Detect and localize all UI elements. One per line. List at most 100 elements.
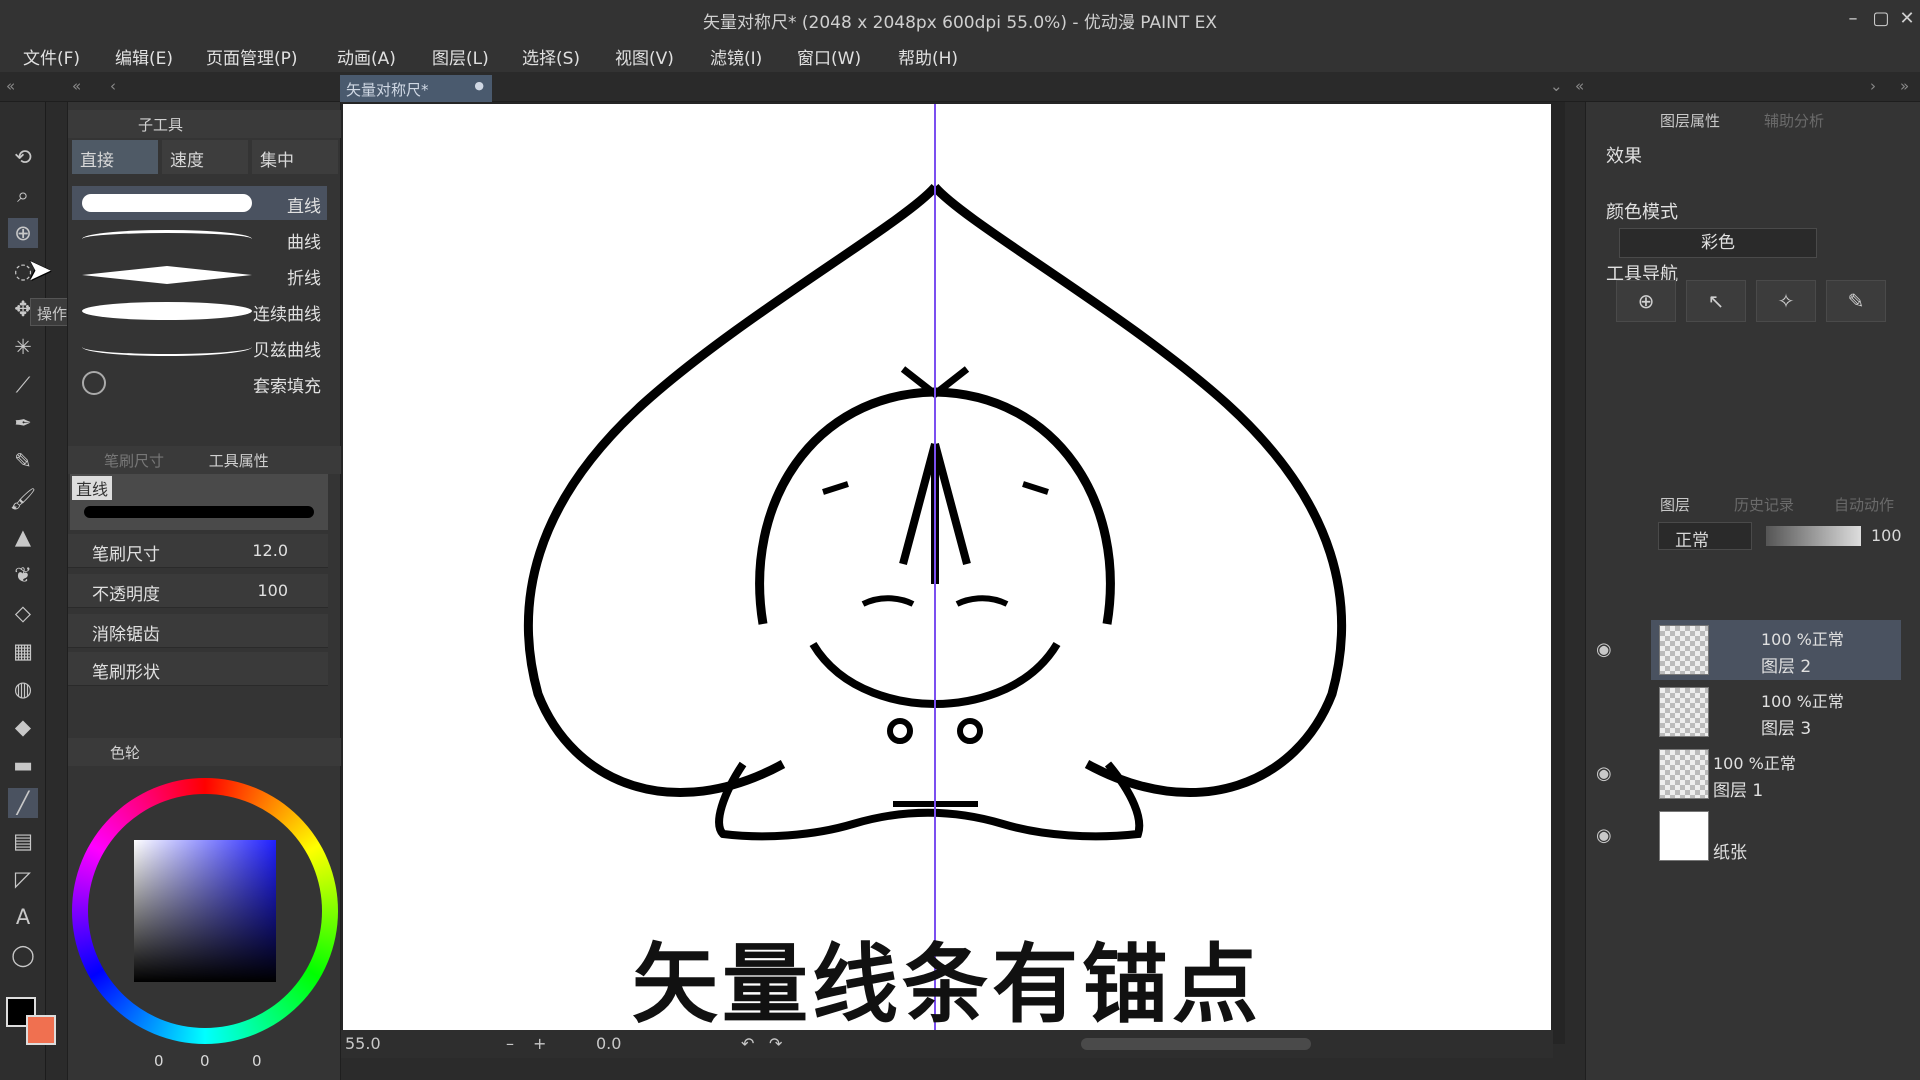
decoration-icon[interactable]: ❦: [8, 560, 38, 590]
color-wheel[interactable]: [72, 778, 338, 1044]
document-tab-label: 矢量对称尺*: [346, 81, 429, 99]
gradient-icon[interactable]: ▬: [8, 750, 38, 780]
move-layer-icon[interactable]: ⊕: [8, 218, 38, 248]
brush-line[interactable]: 直线: [72, 186, 327, 220]
brush-continuous-curve[interactable]: 连续曲线: [72, 294, 327, 328]
zoom-icon[interactable]: ⌕: [8, 180, 38, 210]
tab-history[interactable]: 历史记录: [1734, 494, 1794, 515]
eraser-icon[interactable]: ◇: [8, 598, 38, 628]
menu-animation[interactable]: 动画(A): [337, 44, 396, 69]
layer-blend-mode: 100 %正常: [1761, 692, 1844, 711]
close-icon[interactable]: ✕: [1894, 6, 1920, 32]
brush-lasso-fill[interactable]: 套索填充: [72, 366, 327, 400]
grid-icon[interactable]: ▦: [8, 636, 38, 666]
maximize-icon[interactable]: ▢: [1868, 6, 1894, 32]
eye-icon[interactable]: ◉: [1596, 639, 1612, 660]
nav-control-point-button[interactable]: ✧: [1756, 280, 1816, 322]
brush-size-row[interactable]: 笔刷尺寸 12.0: [68, 534, 328, 568]
status-bar: 55.0 – + 0.0 ↶ ↷: [341, 1030, 1553, 1058]
layer-row-3[interactable]: 100 %正常 图层 3: [1651, 682, 1901, 742]
saturation-square[interactable]: [134, 840, 276, 982]
tab-layer-property[interactable]: 图层属性: [1660, 110, 1720, 131]
prop-tab-tool-property[interactable]: 工具属性: [209, 452, 269, 470]
tab-layers[interactable]: 图层: [1660, 494, 1690, 515]
subtab-speed-label: 速度: [170, 151, 204, 171]
pen-icon[interactable]: ✒: [8, 408, 38, 438]
menu-file[interactable]: 文件(F): [23, 44, 80, 69]
layer-row-1[interactable]: 100 %正常 图层 1: [1651, 744, 1901, 804]
rotate-view-icon[interactable]: ⟲: [8, 142, 38, 172]
antialias-row[interactable]: 消除锯齿: [68, 614, 328, 648]
brush-shape-row[interactable]: 笔刷形状: [68, 652, 328, 686]
layer-thumbnail: [1659, 687, 1709, 737]
rotation-value[interactable]: 0.0: [596, 1034, 621, 1053]
blend-mode-select[interactable]: 正常: [1658, 522, 1752, 551]
chevron-down-icon[interactable]: ⌄: [1550, 77, 1563, 95]
layer-row-paper[interactable]: 纸张: [1651, 806, 1901, 866]
eyedropper-icon[interactable]: ⟋: [8, 370, 38, 400]
menu-layer[interactable]: 图层(L): [432, 44, 489, 69]
nav-operation-button[interactable]: ⊕: [1616, 280, 1676, 322]
collapse-left-icon[interactable]: «: [6, 77, 15, 95]
subtab-speed[interactable]: 速度: [162, 140, 248, 174]
horizontal-scrollbar[interactable]: [1081, 1038, 1311, 1050]
sub-color-swatch[interactable]: [26, 1015, 56, 1045]
figure-icon[interactable]: ╱: [8, 788, 38, 818]
ruler-icon[interactable]: ◸: [8, 864, 38, 894]
menu-page[interactable]: 页面管理(P): [206, 44, 298, 69]
brush-polyline[interactable]: 折线: [72, 258, 327, 292]
menu-view[interactable]: 视图(V): [615, 44, 674, 69]
tab-close-icon[interactable]: ●: [474, 79, 484, 92]
lasso-fill-icon: [82, 371, 106, 395]
rotate-right-icon[interactable]: ↷: [769, 1034, 782, 1053]
brush-curve[interactable]: 曲线: [72, 222, 327, 256]
subtab-direct[interactable]: 直接: [72, 140, 158, 174]
collapse-right-icon[interactable]: «: [1575, 77, 1584, 95]
brush-preview: [82, 194, 252, 212]
subtool-header-label: 子工具: [138, 116, 184, 134]
balloon-icon[interactable]: ◯: [8, 940, 38, 970]
symmetry-ruler-line[interactable]: [934, 104, 936, 1034]
drawing-canvas[interactable]: 矢量线条有锚点: [343, 104, 1551, 1034]
zoom-value[interactable]: 55.0: [345, 1034, 381, 1053]
layer-opacity-value[interactable]: 100: [1871, 526, 1902, 545]
subtab-focus[interactable]: 集中: [252, 140, 338, 174]
nav-object-button[interactable]: ↖: [1686, 280, 1746, 322]
zoom-in-icon[interactable]: +: [533, 1034, 546, 1053]
frame-icon[interactable]: ▤: [8, 826, 38, 856]
opacity-slider[interactable]: [1766, 526, 1861, 546]
opacity-row[interactable]: 不透明度 100: [68, 574, 328, 608]
eye-icon[interactable]: ◉: [1596, 763, 1612, 784]
prop-tab-brush-size[interactable]: 笔刷尺寸: [104, 452, 164, 470]
tab-auto-action[interactable]: 自动动作: [1834, 494, 1894, 515]
blend-icon[interactable]: ◍: [8, 674, 38, 704]
chevron-right-icon[interactable]: ›: [1870, 77, 1876, 95]
layer-row-2[interactable]: 100 %正常 图层 2: [1651, 620, 1901, 680]
fill-icon[interactable]: ◆: [8, 712, 38, 742]
tab-analysis[interactable]: 辅助分析: [1764, 110, 1824, 131]
collapse-right-icon-2[interactable]: »: [1900, 77, 1909, 95]
text-icon[interactable]: A: [8, 902, 38, 932]
rotate-left-icon[interactable]: ↶: [741, 1034, 754, 1053]
menu-window[interactable]: 窗口(W): [797, 44, 861, 69]
color-mode-select[interactable]: 彩色: [1619, 228, 1817, 258]
menu-edit[interactable]: 编辑(E): [115, 44, 173, 69]
brush-label: 贝兹曲线: [253, 341, 321, 361]
chevron-left-icon[interactable]: ‹: [110, 77, 116, 95]
brush-bezier[interactable]: 贝兹曲线: [72, 330, 327, 364]
airbrush-icon[interactable]: ▲: [8, 522, 38, 552]
eye-icon[interactable]: ◉: [1596, 825, 1612, 846]
zoom-out-icon[interactable]: –: [506, 1034, 514, 1053]
menu-filter[interactable]: 滤镜(I): [710, 44, 762, 69]
brush-icon[interactable]: 🖌: [8, 484, 38, 514]
document-tab[interactable]: 矢量对称尺* ●: [340, 75, 492, 102]
menu-help[interactable]: 帮助(H): [898, 44, 958, 69]
minimize-icon[interactable]: –: [1840, 6, 1866, 32]
pencil-icon[interactable]: ✎: [8, 446, 38, 476]
nav-pen-button[interactable]: ✎: [1826, 280, 1886, 322]
opacity-value[interactable]: 100: [257, 581, 288, 600]
collapse-left-icon-2[interactable]: «: [72, 77, 81, 95]
brush-size-value[interactable]: 12.0: [252, 541, 288, 560]
auto-select-icon[interactable]: ✳: [8, 332, 38, 362]
menu-select[interactable]: 选择(S): [522, 44, 580, 69]
